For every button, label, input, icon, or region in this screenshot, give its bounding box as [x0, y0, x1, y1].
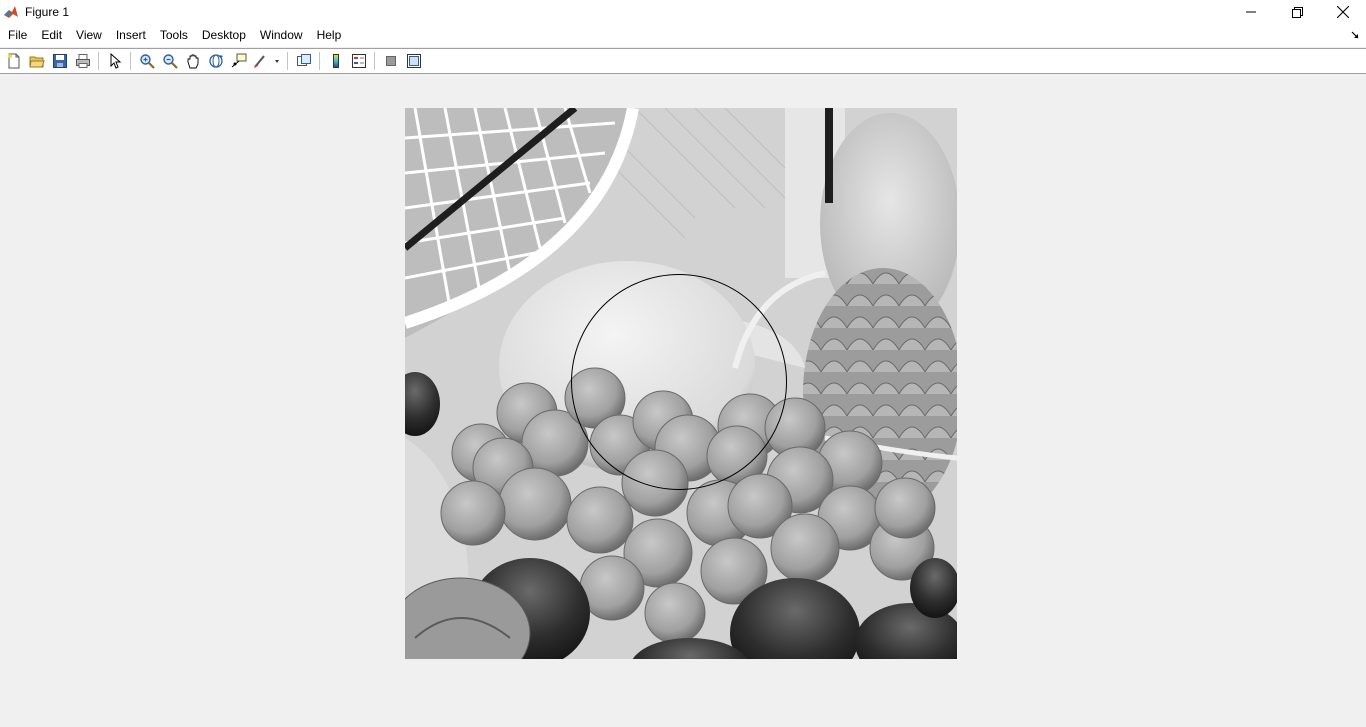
- hide-plot-tools-button[interactable]: [380, 50, 402, 72]
- close-button[interactable]: [1320, 0, 1366, 24]
- title-bar: Figure 1: [0, 0, 1366, 24]
- print-icon: [75, 54, 90, 68]
- rotate-3d-icon: [208, 54, 223, 68]
- rotate-3d-button[interactable]: [205, 50, 227, 72]
- minimize-icon: [1246, 11, 1256, 13]
- toolbar-separator: [374, 52, 375, 70]
- show-plot-tools-icon: [406, 54, 421, 68]
- insert-legend-button[interactable]: [348, 50, 370, 72]
- menu-help[interactable]: Help: [310, 24, 349, 47]
- data-cursor-button[interactable]: [228, 50, 250, 72]
- menu-tools[interactable]: Tools: [153, 24, 195, 47]
- new-figure-button[interactable]: [3, 50, 25, 72]
- matlab-logo-icon: [3, 4, 19, 20]
- zoom-in-button[interactable]: [136, 50, 158, 72]
- insert-colorbar-icon: [332, 54, 339, 68]
- insert-legend-icon: [351, 54, 366, 68]
- save-button[interactable]: [49, 50, 71, 72]
- save-icon: [52, 54, 67, 68]
- menu-edit[interactable]: Edit: [34, 24, 69, 47]
- zoom-out-button[interactable]: [159, 50, 181, 72]
- brush-button[interactable]: [251, 50, 283, 72]
- open-file-icon: [28, 56, 45, 68]
- edit-plot-icon: [110, 53, 121, 69]
- zoom-in-icon: [139, 54, 155, 69]
- pan-icon: [187, 54, 198, 69]
- menu-insert[interactable]: Insert: [109, 24, 153, 47]
- close-icon: [1337, 6, 1349, 18]
- menu-desktop[interactable]: Desktop: [195, 24, 253, 47]
- menu-bar: File Edit View Insert Tools Desktop Wind…: [0, 24, 1366, 47]
- dock-figure-icon[interactable]: [1350, 30, 1360, 40]
- brush-icon: [253, 55, 279, 68]
- hide-plot-tools-icon: [385, 56, 396, 66]
- toolbar-separator: [130, 52, 131, 70]
- link-plot-button[interactable]: [293, 50, 315, 72]
- image-axes[interactable]: [405, 108, 957, 659]
- window-controls: [1228, 0, 1366, 24]
- link-plot-icon: [296, 54, 311, 66]
- minimize-button[interactable]: [1228, 0, 1274, 24]
- new-figure-icon: [7, 53, 19, 69]
- restore-button[interactable]: [1274, 0, 1320, 24]
- menu-window[interactable]: Window: [253, 24, 310, 47]
- restore-icon: [1291, 6, 1303, 18]
- edit-plot-button[interactable]: [104, 50, 126, 72]
- toolbar-separator: [319, 52, 320, 70]
- menu-view[interactable]: View: [69, 24, 109, 47]
- grayscale-fruit-image: [405, 108, 957, 659]
- open-file-button[interactable]: [26, 50, 48, 72]
- toolbar-separator: [287, 52, 288, 70]
- zoom-out-icon: [162, 54, 178, 69]
- figure-toolbar: [0, 48, 1366, 74]
- toolbar-separator: [98, 52, 99, 70]
- show-plot-tools-button[interactable]: [403, 50, 425, 72]
- data-cursor-icon: [231, 53, 246, 68]
- window-title: Figure 1: [25, 5, 70, 19]
- insert-colorbar-button[interactable]: [325, 50, 347, 72]
- print-button[interactable]: [72, 50, 94, 72]
- menu-file[interactable]: File: [0, 24, 34, 47]
- pan-button[interactable]: [182, 50, 204, 72]
